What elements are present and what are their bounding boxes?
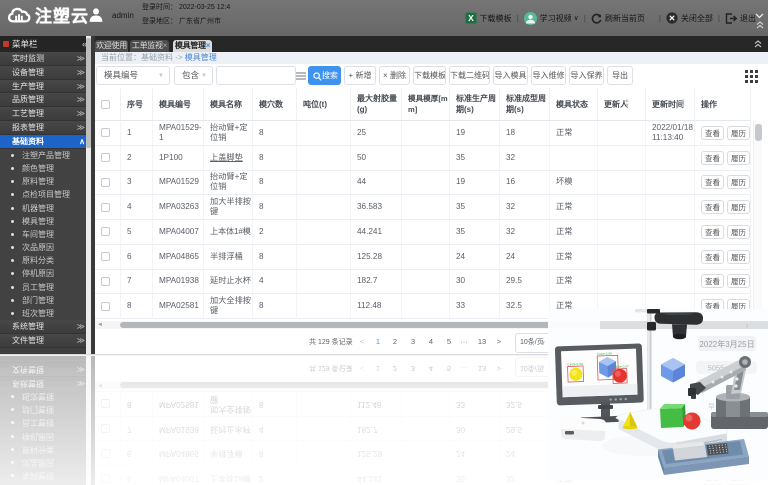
svg-text:Cube 0.99: Cube 0.99 — [597, 351, 612, 356]
svg-text:Circle 0.97: Circle 0.97 — [614, 364, 630, 369]
svg-text:2022年3月25日: 2022年3月25日 — [699, 339, 754, 349]
svg-text:X: X — [468, 13, 474, 23]
svg-text:Circle 0.98: Circle 0.98 — [567, 362, 583, 367]
